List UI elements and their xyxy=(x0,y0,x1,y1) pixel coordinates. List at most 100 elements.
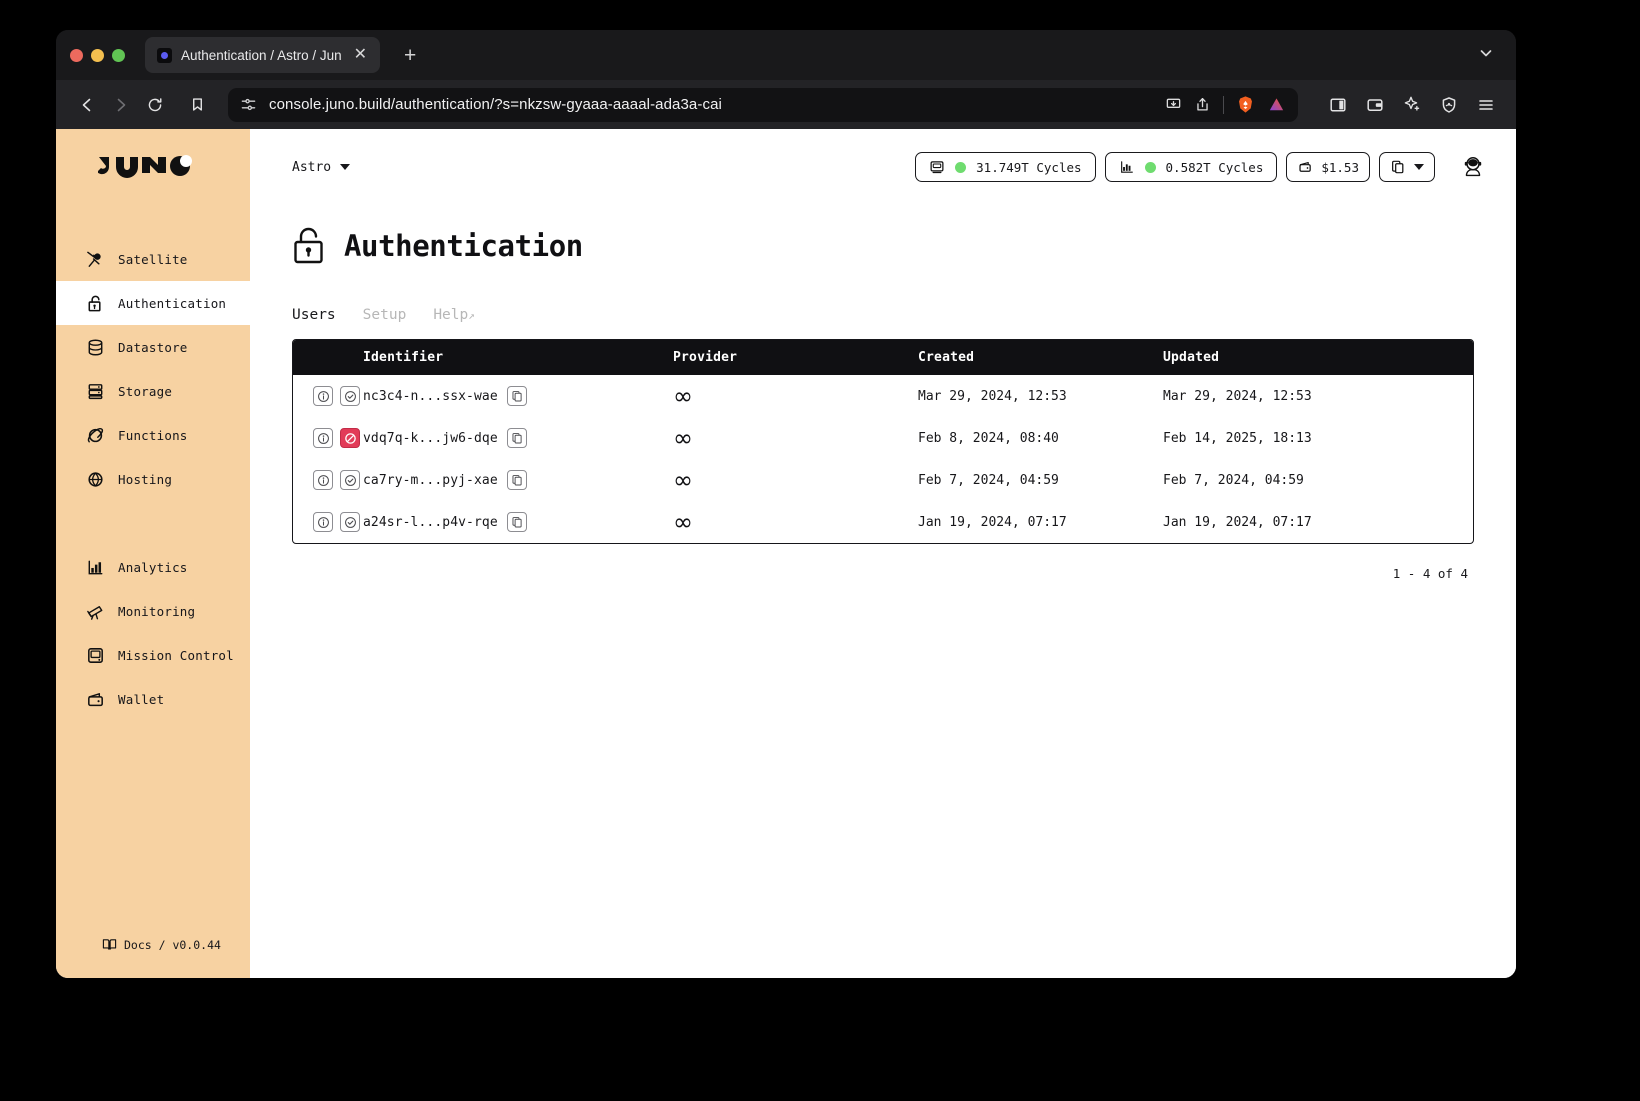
wallet-balance-badge[interactable]: $1.53 xyxy=(1286,152,1370,182)
provider-icon: ∞ xyxy=(673,508,693,536)
table-row[interactable]: nc3c4-n...ssx-wae ∞ Mar 29, 2024, 12:53 … xyxy=(293,375,1473,417)
satellite-cycles-badge[interactable]: 31.749T Cycles xyxy=(915,152,1095,182)
sidebar-item-mission-control[interactable]: Mission Control xyxy=(56,633,250,677)
ban-circle-icon[interactable] xyxy=(340,428,360,448)
brave-lion-icon[interactable] xyxy=(1236,95,1255,114)
sidebar-docs-link[interactable]: Docs / v0.0.44 xyxy=(56,937,250,978)
page-header: Authentication xyxy=(292,227,1474,265)
browser-extensions-area xyxy=(1324,91,1500,119)
downloads-icon[interactable] xyxy=(1165,96,1182,113)
tab-help[interactable]: Help↗ xyxy=(433,307,475,323)
project-name: Astro xyxy=(292,160,331,175)
provider-icon: ∞ xyxy=(673,382,693,410)
table-body: nc3c4-n...ssx-wae ∞ Mar 29, 2024, 12:53 … xyxy=(293,375,1473,543)
sidebar-item-wallet[interactable]: Wallet xyxy=(56,677,250,721)
info-icon[interactable] xyxy=(313,512,333,532)
identifier-text: vdq7q-k...jw6-dqe xyxy=(363,431,498,446)
check-circle-icon[interactable] xyxy=(340,386,360,406)
sidebar-item-label: Authentication xyxy=(118,296,226,311)
identifier-text: ca7ry-m...pyj-xae xyxy=(363,473,498,488)
sidebar-item-functions[interactable]: Functions xyxy=(56,413,250,457)
browser-tabstrip: Authentication / Astro / Juno C ✕ + xyxy=(56,30,1516,80)
identifier-cell: ca7ry-m...pyj-xae xyxy=(363,470,673,490)
status-dot xyxy=(955,162,966,173)
table-row[interactable]: vdq7q-k...jw6-dqe ∞ Feb 8, 2024, 08:40 F… xyxy=(293,417,1473,459)
topbar-status-badges: 31.749T Cycles 0.582T Cycles $1.53 xyxy=(915,152,1488,182)
sidebar-item-authentication[interactable]: Authentication xyxy=(56,281,250,325)
pagination-status: 1 - 4 of 4 xyxy=(292,566,1474,581)
sidebar-item-satellite[interactable]: Satellite xyxy=(56,237,250,281)
url-bar[interactable]: console.juno.build/authentication/?s=nkz… xyxy=(228,88,1298,122)
chevron-down-icon[interactable] xyxy=(1478,45,1494,65)
info-icon[interactable] xyxy=(313,428,333,448)
lock-open-icon xyxy=(292,227,326,265)
orbiter-chart-icon xyxy=(1119,159,1135,175)
copy-icon[interactable] xyxy=(507,470,527,490)
sidebar-item-analytics[interactable]: Analytics xyxy=(56,545,250,589)
new-tab-button[interactable]: + xyxy=(398,43,422,68)
copy-icon[interactable] xyxy=(507,512,527,532)
browser-tab[interactable]: Authentication / Astro / Juno C ✕ xyxy=(145,37,380,73)
table-row[interactable]: a24sr-l...p4v-rqe ∞ Jan 19, 2024, 07:17 … xyxy=(293,501,1473,543)
copy-icon[interactable] xyxy=(507,428,527,448)
wallet-icon xyxy=(84,688,106,710)
minimize-window-button[interactable] xyxy=(91,49,104,62)
close-window-button[interactable] xyxy=(70,49,83,62)
juno-logo[interactable] xyxy=(98,151,198,181)
status-dot xyxy=(1145,162,1156,173)
book-icon xyxy=(102,937,117,952)
sidebar-item-storage[interactable]: Storage xyxy=(56,369,250,413)
shield-icon[interactable] xyxy=(1435,91,1463,119)
astronaut-avatar[interactable] xyxy=(1458,152,1488,182)
sidebar-group-secondary: Analytics Monitoring Mission Control xyxy=(56,545,250,721)
page-tabs: Users Setup Help↗ xyxy=(292,307,1474,323)
sidebar-item-monitoring[interactable]: Monitoring xyxy=(56,589,250,633)
th-provider[interactable]: Provider xyxy=(673,340,918,375)
forward-arrow-icon[interactable] xyxy=(106,90,136,120)
th-created[interactable]: Created xyxy=(918,340,1163,375)
external-link-icon: ↗ xyxy=(468,309,475,322)
sidebar-item-label: Storage xyxy=(118,384,172,399)
browser-window: Authentication / Astro / Juno C ✕ + xyxy=(56,30,1516,978)
close-icon[interactable]: ✕ xyxy=(351,45,370,65)
sidebar-panel-icon[interactable] xyxy=(1324,91,1352,119)
sidebar-item-label: Monitoring xyxy=(118,604,195,619)
info-icon[interactable] xyxy=(313,386,333,406)
sidebar-group-primary: Satellite Authentication Datastore xyxy=(56,237,250,501)
leo-ai-sparkle-icon[interactable] xyxy=(1398,91,1426,119)
sidebar-item-label: Mission Control xyxy=(118,648,234,663)
share-icon[interactable] xyxy=(1194,96,1211,113)
provider-icon: ∞ xyxy=(673,424,693,452)
check-circle-icon[interactable] xyxy=(340,512,360,532)
window-traffic-lights xyxy=(70,49,125,62)
th-identifier[interactable]: Identifier xyxy=(363,340,673,375)
sidebar-item-label: Datastore xyxy=(118,340,188,355)
bookmark-icon[interactable] xyxy=(182,90,212,120)
provider-icon: ∞ xyxy=(673,466,693,494)
updated-date: Jan 19, 2024, 07:17 xyxy=(1163,501,1473,543)
badge-label: 31.749T Cycles xyxy=(976,160,1081,175)
th-updated[interactable]: Updated xyxy=(1163,340,1473,375)
maximize-window-button[interactable] xyxy=(112,49,125,62)
sidebar-item-datastore[interactable]: Datastore xyxy=(56,325,250,369)
table-row[interactable]: ca7ry-m...pyj-xae ∞ Feb 7, 2024, 04:59 F… xyxy=(293,459,1473,501)
site-settings-icon[interactable] xyxy=(240,96,257,113)
sidebar-docs-label: Docs / v0.0.44 xyxy=(124,938,221,952)
browser-toolbar: console.juno.build/authentication/?s=nkz… xyxy=(56,80,1516,129)
copy-menu-button[interactable] xyxy=(1379,152,1435,182)
project-selector[interactable]: Astro xyxy=(292,160,350,175)
hamburger-menu-icon[interactable] xyxy=(1472,91,1500,119)
sidebar-item-hosting[interactable]: Hosting xyxy=(56,457,250,501)
copy-icon[interactable] xyxy=(507,386,527,406)
tab-setup[interactable]: Setup xyxy=(363,307,407,323)
brave-wallet-icon[interactable] xyxy=(1361,91,1389,119)
info-icon[interactable] xyxy=(313,470,333,490)
lock-open-icon xyxy=(84,292,106,314)
back-arrow-icon[interactable] xyxy=(72,90,102,120)
updated-date: Feb 14, 2025, 18:13 xyxy=(1163,417,1473,459)
orbiter-cycles-badge[interactable]: 0.582T Cycles xyxy=(1105,152,1278,182)
check-circle-icon[interactable] xyxy=(340,470,360,490)
reload-icon[interactable] xyxy=(140,90,170,120)
brave-rewards-triangle-icon[interactable] xyxy=(1267,95,1286,114)
tab-users[interactable]: Users xyxy=(292,307,336,323)
